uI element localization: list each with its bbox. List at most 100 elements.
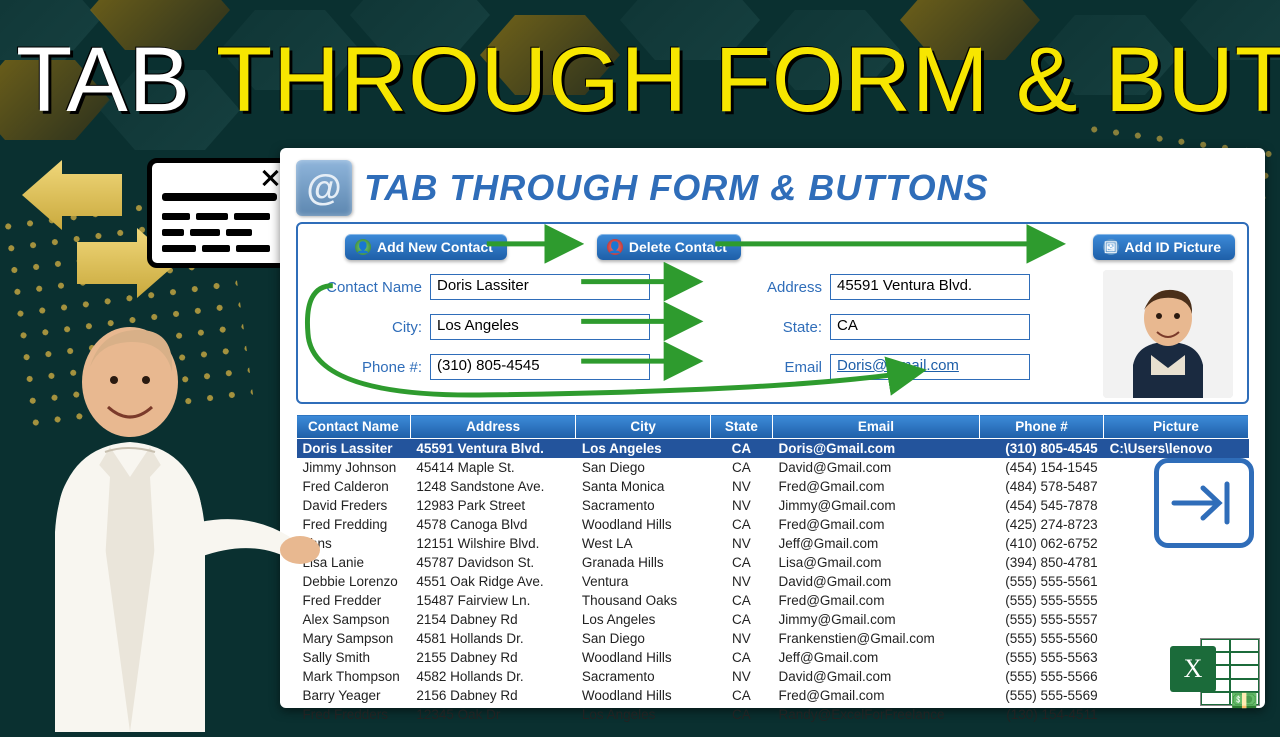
- add-id-picture-button[interactable]: 🖼 Add ID Picture: [1093, 234, 1235, 260]
- cell-email[interactable]: Jeff@Gmail.com: [772, 648, 979, 667]
- table-row[interactable]: Fred Fredder15487 Fairview Ln.Thousand O…: [297, 591, 1249, 610]
- cell-email[interactable]: David@Gmail.com: [772, 667, 979, 686]
- column-city[interactable]: City: [576, 415, 711, 439]
- cell-phone[interactable]: (394) 850-4781: [979, 553, 1103, 572]
- cell-city[interactable]: Woodland Hills: [576, 515, 711, 534]
- field-state[interactable]: CA: [830, 314, 1030, 340]
- field-address[interactable]: 45591 Ventura Blvd.: [830, 274, 1030, 300]
- cell-state[interactable]: NV: [710, 572, 772, 591]
- cell-phone[interactable]: (484) 578-5487: [979, 477, 1103, 496]
- cell-picture[interactable]: [1104, 553, 1249, 572]
- cell-address[interactable]: 4551 Oak Ridge Ave.: [410, 572, 576, 591]
- cell-address[interactable]: 4578 Canoga Blvd: [410, 515, 576, 534]
- table-row[interactable]: Fred Calderon1248 Sandstone Ave.Santa Mo…: [297, 477, 1249, 496]
- cell-address[interactable]: 4582 Hollands Dr.: [410, 667, 576, 686]
- cell-state[interactable]: NV: [710, 477, 772, 496]
- cell-city[interactable]: Ventura: [576, 572, 711, 591]
- cell-phone[interactable]: (555) 555-5569: [979, 686, 1103, 705]
- cell-email[interactable]: Fred@Gmail.com: [772, 591, 979, 610]
- cell-address[interactable]: 1248 Sandstone Ave.: [410, 477, 576, 496]
- contact-photo[interactable]: [1103, 270, 1233, 398]
- cell-address[interactable]: 2154 Dabney Rd: [410, 610, 576, 629]
- table-row[interactable]: Mary Sampson4581 Hollands Dr.San DiegoNV…: [297, 629, 1249, 648]
- cell-email[interactable]: Jimmy@Gmail.com: [772, 610, 979, 629]
- cell-state[interactable]: NV: [710, 534, 772, 553]
- cell-state[interactable]: NV: [710, 496, 772, 515]
- cell-phone[interactable]: (555) 555-5555: [979, 591, 1103, 610]
- cell-city[interactable]: San Diego: [576, 629, 711, 648]
- cell-phone[interactable]: (555) 555-5563: [979, 648, 1103, 667]
- cell-city[interactable]: West LA: [576, 534, 711, 553]
- cell-email[interactable]: Fred@Gmail.com: [772, 686, 979, 705]
- cell-city[interactable]: Sacramento: [576, 496, 711, 515]
- cell-phone[interactable]: (425) 274-8723: [979, 515, 1103, 534]
- cell-email[interactable]: Doris@Gmail.com: [772, 439, 979, 459]
- cell-picture[interactable]: C:\Users\lenovo: [1104, 439, 1249, 459]
- table-row[interactable]: Jimmy Johnson45414 Maple St.San DiegoCAD…: [297, 458, 1249, 477]
- cell-phone[interactable]: (410) 062-6752: [979, 534, 1103, 553]
- cell-email[interactable]: Jimmy@Gmail.com: [772, 496, 979, 515]
- cell-phone[interactable]: (555) 555-5566: [979, 667, 1103, 686]
- cell-city[interactable]: Los Angeles: [576, 705, 711, 724]
- cell-state[interactable]: CA: [710, 439, 772, 459]
- column-email[interactable]: Email: [772, 415, 979, 439]
- cell-address[interactable]: 12151 Wilshire Blvd.: [410, 534, 576, 553]
- cell-email[interactable]: Fred@Gmail.com: [772, 477, 979, 496]
- cell-city[interactable]: Los Angeles: [576, 610, 711, 629]
- field-phone[interactable]: (310) 805-4545: [430, 354, 650, 380]
- cell-state[interactable]: NV: [710, 629, 772, 648]
- cell-picture[interactable]: [1104, 610, 1249, 629]
- cell-state[interactable]: CA: [710, 515, 772, 534]
- table-row[interactable]: Fred Fredding4578 Canoga BlvdWoodland Hi…: [297, 515, 1249, 534]
- table-row[interactable]: Fred Fredders12345 Oak DrLos AngelesCARa…: [297, 705, 1249, 724]
- delete-contact-button[interactable]: 👤 Delete Contact: [597, 234, 741, 260]
- cell-state[interactable]: CA: [710, 458, 772, 477]
- column-picture[interactable]: Picture: [1104, 415, 1249, 439]
- cell-city[interactable]: Woodland Hills: [576, 648, 711, 667]
- cell-city[interactable]: Thousand Oaks: [576, 591, 711, 610]
- cell-picture[interactable]: [1104, 572, 1249, 591]
- cell-phone[interactable]: (130) 154-4511: [979, 705, 1103, 724]
- cell-state[interactable]: CA: [710, 686, 772, 705]
- cell-state[interactable]: CA: [710, 610, 772, 629]
- add-new-contact-button[interactable]: 👤 Add New Contact: [345, 234, 507, 260]
- table-row[interactable]: Sally Smith2155 Dabney RdWoodland HillsC…: [297, 648, 1249, 667]
- cell-phone[interactable]: (555) 555-5560: [979, 629, 1103, 648]
- cell-address[interactable]: 4581 Hollands Dr.: [410, 629, 576, 648]
- cell-city[interactable]: Sacramento: [576, 667, 711, 686]
- cell-state[interactable]: CA: [710, 591, 772, 610]
- cell-address[interactable]: 45787 Davidson St.: [410, 553, 576, 572]
- cell-email[interactable]: Randy@ExcelForFreelance: [772, 705, 979, 724]
- table-row[interactable]: Doris Lassiter45591 Ventura Blvd.Los Ang…: [297, 439, 1249, 459]
- table-row[interactable]: ohns12151 Wilshire Blvd.West LANVJeff@Gm…: [297, 534, 1249, 553]
- cell-city[interactable]: San Diego: [576, 458, 711, 477]
- cell-city[interactable]: Woodland Hills: [576, 686, 711, 705]
- cell-address[interactable]: 45414 Maple St.: [410, 458, 576, 477]
- cell-state[interactable]: CA: [710, 553, 772, 572]
- cell-state[interactable]: CA: [710, 705, 772, 724]
- cell-city[interactable]: Granada Hills: [576, 553, 711, 572]
- cell-state[interactable]: NV: [710, 667, 772, 686]
- cell-phone[interactable]: (555) 555-5557: [979, 610, 1103, 629]
- column-phone[interactable]: Phone #: [979, 415, 1103, 439]
- table-row[interactable]: David Freders12983 Park StreetSacramento…: [297, 496, 1249, 515]
- cell-address[interactable]: 12345 Oak Dr: [410, 705, 576, 724]
- column-address[interactable]: Address: [410, 415, 576, 439]
- table-row[interactable]: Debbie Lorenzo4551 Oak Ridge Ave.Ventura…: [297, 572, 1249, 591]
- cell-state[interactable]: CA: [710, 648, 772, 667]
- field-city[interactable]: Los Angeles: [430, 314, 650, 340]
- cell-address[interactable]: 2156 Dabney Rd: [410, 686, 576, 705]
- cell-email[interactable]: Lisa@Gmail.com: [772, 553, 979, 572]
- table-row[interactable]: Mark Thompson4582 Hollands Dr.Sacramento…: [297, 667, 1249, 686]
- cell-email[interactable]: Frankenstien@Gmail.com: [772, 629, 979, 648]
- cell-picture[interactable]: [1104, 591, 1249, 610]
- table-row[interactable]: Alex Sampson2154 Dabney RdLos AngelesCAJ…: [297, 610, 1249, 629]
- cell-address[interactable]: 15487 Fairview Ln.: [410, 591, 576, 610]
- cell-city[interactable]: Santa Monica: [576, 477, 711, 496]
- cell-city[interactable]: Los Angeles: [576, 439, 711, 459]
- field-contact-name[interactable]: Doris Lassiter: [430, 274, 650, 300]
- cell-phone[interactable]: (310) 805-4545: [979, 439, 1103, 459]
- table-row[interactable]: Barry Yeager2156 Dabney RdWoodland Hills…: [297, 686, 1249, 705]
- cell-address[interactable]: 45591 Ventura Blvd.: [410, 439, 576, 459]
- cell-email[interactable]: Fred@Gmail.com: [772, 515, 979, 534]
